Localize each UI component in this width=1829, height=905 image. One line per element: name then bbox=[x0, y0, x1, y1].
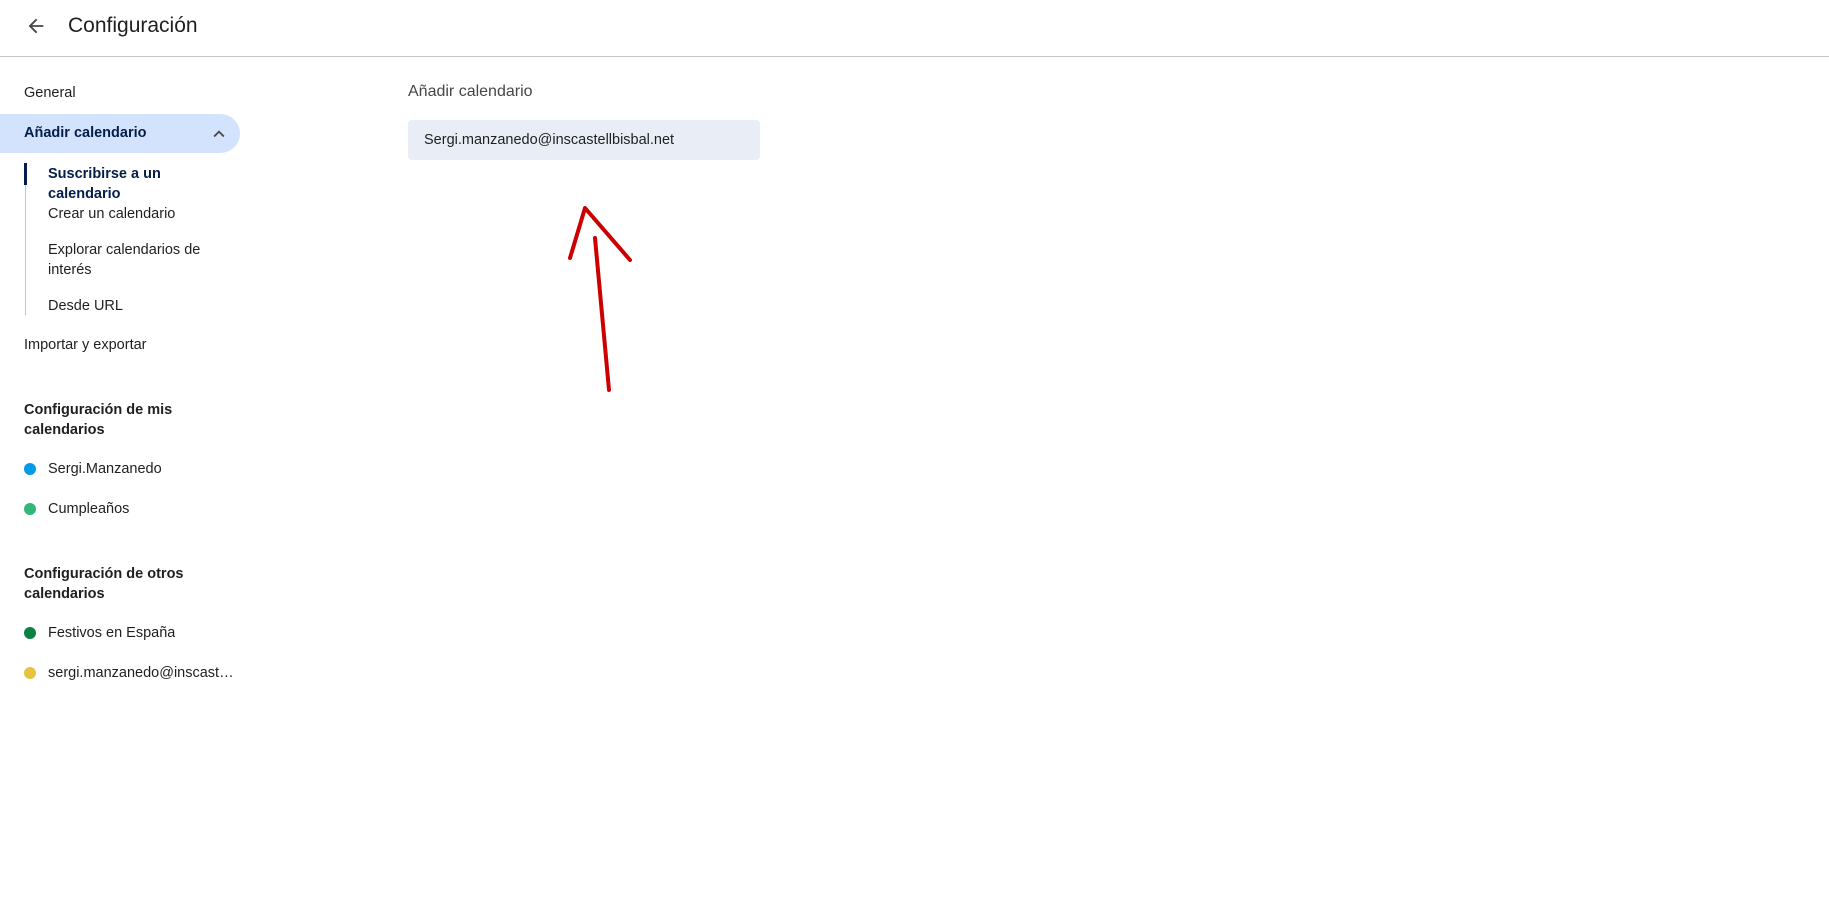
email-field[interactable] bbox=[408, 120, 760, 160]
calendar-item-birthdays[interactable]: Cumpleaños bbox=[24, 501, 240, 517]
other-calendars-heading: Configuración de otros calendarios bbox=[24, 566, 184, 602]
calendar-color-dot bbox=[24, 463, 36, 475]
calendar-color-dot bbox=[24, 503, 36, 515]
calendar-item-shared[interactable]: sergi.manzanedo@inscastell... bbox=[24, 665, 240, 681]
sidebar-item-create[interactable]: Crear un calendario bbox=[48, 204, 228, 224]
my-calendars-heading: Configuración de mis calendarios bbox=[24, 402, 173, 438]
subnav-active-indicator bbox=[24, 163, 27, 185]
calendar-color-dot bbox=[24, 627, 36, 639]
calendar-label: sergi.manzanedo@inscastell... bbox=[48, 665, 240, 681]
calendar-color-dot bbox=[24, 667, 36, 679]
sidebar-item-label: Añadir calendario bbox=[24, 125, 147, 141]
annotation-arrow bbox=[568, 206, 632, 392]
top-bar: Configuración bbox=[0, 0, 1829, 57]
sidebar-item-browse[interactable]: Explorar calendarios de interés bbox=[48, 240, 228, 280]
page-title: Configuración bbox=[68, 14, 198, 37]
sidebar-item-general[interactable]: General bbox=[24, 85, 76, 101]
sidebar-item-from-url[interactable]: Desde URL bbox=[48, 296, 228, 316]
calendar-item-holidays[interactable]: Festivos en España bbox=[24, 625, 240, 641]
sidebar-item-subscribe[interactable]: Suscribirse a un calendario bbox=[48, 164, 228, 204]
chevron-up-icon bbox=[213, 130, 225, 138]
back-button[interactable] bbox=[20, 10, 52, 42]
sidebar-item-add-calendar[interactable]: Añadir calendario bbox=[0, 114, 240, 153]
sidebar-item-import-export[interactable]: Importar y exportar bbox=[24, 337, 147, 353]
calendar-label: Sergi.Manzanedo bbox=[48, 461, 162, 477]
calendar-label: Festivos en España bbox=[48, 625, 176, 641]
calendar-item-sergi[interactable]: Sergi.Manzanedo bbox=[24, 461, 240, 477]
calendar-label: Cumpleaños bbox=[48, 501, 130, 517]
main-heading: Añadir calendario bbox=[408, 83, 533, 100]
subnav-divider bbox=[25, 163, 26, 315]
arrow-back-icon bbox=[28, 18, 44, 34]
